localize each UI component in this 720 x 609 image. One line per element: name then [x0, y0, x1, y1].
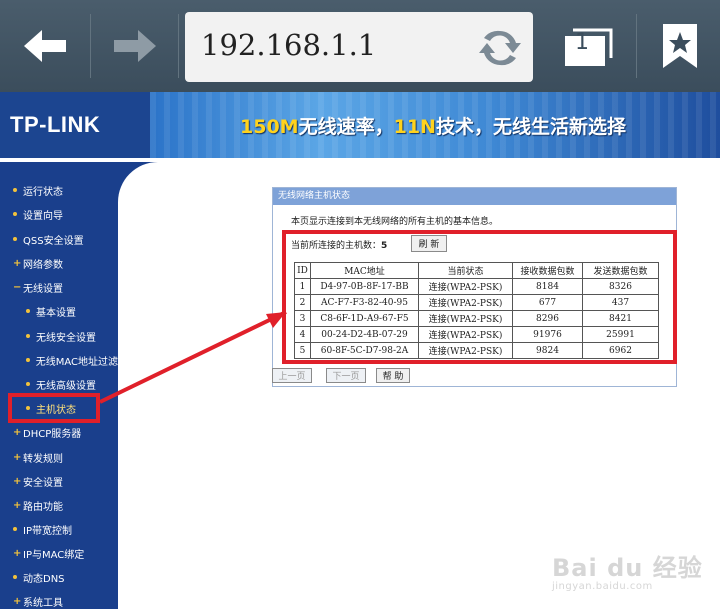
arrow-left-icon — [24, 30, 66, 62]
sidebar-item-forwarding[interactable]: + 转发规则 — [0, 447, 118, 467]
plus-icon: + — [13, 595, 22, 607]
sidebar-item-routing[interactable]: + 路由功能 — [0, 495, 118, 515]
plus-icon: + — [13, 451, 22, 463]
panel-description: 本页显示连接到本无线网络的所有主机的基本信息。 — [291, 217, 499, 227]
watermark-logo: Bai du 经验 — [552, 554, 703, 582]
sidebar-item-label: QSS安全设置 — [23, 235, 84, 247]
banner-art: 150M无线速率，11N技术，无线生活新选择 — [150, 92, 720, 158]
pager: 上一页 下一页 帮 助 — [272, 368, 410, 385]
minus-icon: − — [13, 281, 22, 293]
banner-slogan: 150M无线速率，11N技术，无线生活新选择 — [240, 112, 626, 139]
sidebar-item-network[interactable]: + 网络参数 — [0, 253, 118, 273]
sidebar-item-ddns[interactable]: 动态DNS — [0, 567, 118, 587]
next-page-button[interactable]: 下一页 — [326, 368, 366, 383]
sidebar-item-status[interactable]: 运行状态 — [0, 180, 118, 200]
sidebar-item-tools[interactable]: + 系统工具 — [0, 591, 118, 609]
url-text[interactable]: 192.168.1.1 — [201, 28, 376, 62]
sidebar-item-label: 基本设置 — [36, 307, 76, 319]
plus-icon: + — [13, 547, 22, 559]
table-highlight-box — [282, 230, 677, 364]
sidebar-item-wireless-security[interactable]: 无线安全设置 — [0, 326, 118, 346]
sidebar-item-label: IP带宽控制 — [23, 525, 72, 537]
bullet-icon — [26, 358, 30, 362]
plus-icon: + — [13, 426, 22, 438]
plus-icon: + — [13, 475, 22, 487]
plus-icon: + — [13, 257, 22, 269]
panel-title: 无线网络主机状态 — [273, 188, 676, 205]
back-button[interactable] — [0, 0, 90, 92]
sidebar-item-wireless[interactable]: − 无线设置 — [0, 277, 118, 297]
content-corner — [118, 162, 178, 202]
sidebar-item-label: IP与MAC绑定 — [23, 549, 85, 561]
sidebar-item-label: 动态DNS — [23, 573, 65, 585]
sidebar-item-security[interactable]: + 安全设置 — [0, 471, 118, 491]
address-bar[interactable]: 192.168.1.1 — [185, 12, 533, 82]
prev-page-button[interactable]: 上一页 — [272, 368, 312, 383]
sidebar-item-label: 无线高级设置 — [36, 380, 96, 392]
router-banner: TP-LINK 150M无线速率，11N技术，无线生活新选择 — [0, 92, 720, 158]
bullet-icon — [13, 188, 17, 192]
bullet-icon — [26, 309, 30, 313]
toolbar-divider — [636, 14, 637, 78]
forward-button[interactable] — [92, 0, 178, 92]
sidebar-item-label: 网络参数 — [23, 259, 63, 271]
tabs-button[interactable]: 1 — [548, 0, 630, 92]
sidebar-item-label: 路由功能 — [23, 501, 63, 513]
sidebar-item-label: 无线MAC地址过滤 — [35, 356, 118, 368]
sidebar-item-label: 系统工具 — [23, 597, 63, 609]
slogan-tech: 11N — [393, 116, 436, 138]
toolbar-divider — [178, 14, 179, 78]
bullet-icon — [13, 212, 17, 216]
logo-box: TP-LINK — [0, 92, 150, 158]
sidebar-item-label: 安全设置 — [23, 477, 63, 489]
bullet-icon — [26, 334, 30, 338]
bookmark-button[interactable] — [640, 0, 720, 92]
bullet-icon — [13, 237, 17, 241]
sidebar-item-advanced[interactable]: 无线高级设置 — [0, 374, 118, 394]
sidebar-item-ip-mac[interactable]: + IP与MAC绑定 — [0, 543, 118, 563]
slogan-speed: 150M — [240, 116, 299, 138]
sidebar-item-label: 无线设置 — [23, 283, 63, 295]
tabs-icon — [565, 28, 613, 66]
arrow-right-icon — [114, 30, 156, 62]
sidebar-nav: 运行状态 设置向导 QSS安全设置 + 网络参数 − 无线设置 基本设置 无线安全设… — [0, 162, 118, 609]
reload-icon[interactable] — [477, 25, 523, 71]
sidebar-item-dhcp[interactable]: + DHCP服务器 — [0, 422, 118, 442]
sidebar-highlight-box — [8, 393, 100, 423]
sidebar-item-mac-filter[interactable]: 无线MAC地址过滤 — [0, 350, 118, 370]
sidebar-item-label: 转发规则 — [23, 453, 63, 465]
bullet-icon — [13, 527, 17, 531]
bullet-icon — [13, 575, 17, 579]
toolbar-divider — [90, 14, 91, 78]
sidebar-item-label: DHCP服务器 — [23, 428, 82, 440]
tab-count: 1 — [575, 30, 589, 55]
sidebar-item-wizard[interactable]: 设置向导 — [0, 204, 118, 224]
slogan-part: 无线速率， — [298, 116, 394, 138]
browser-toolbar: 192.168.1.1 1 — [0, 0, 720, 92]
sidebar-item-label: 设置向导 — [23, 210, 63, 222]
sidebar-item-bandwidth[interactable]: IP带宽控制 — [0, 519, 118, 539]
tp-link-logo: TP-LINK — [10, 112, 101, 137]
slogan-part: 技术，无线生活新选择 — [435, 116, 626, 138]
plus-icon: + — [13, 499, 22, 511]
sidebar-item-qss[interactable]: QSS安全设置 — [0, 229, 118, 249]
baidu-watermark: Bai du 经验 jingyan.baidu.com — [552, 548, 703, 592]
help-button[interactable]: 帮 助 — [376, 368, 410, 383]
sidebar-item-label: 运行状态 — [23, 186, 63, 198]
sidebar-item-label: 无线安全设置 — [36, 332, 96, 344]
bookmark-star-icon — [663, 24, 697, 68]
sidebar-item-basic[interactable]: 基本设置 — [0, 301, 118, 321]
bullet-icon — [26, 382, 30, 386]
